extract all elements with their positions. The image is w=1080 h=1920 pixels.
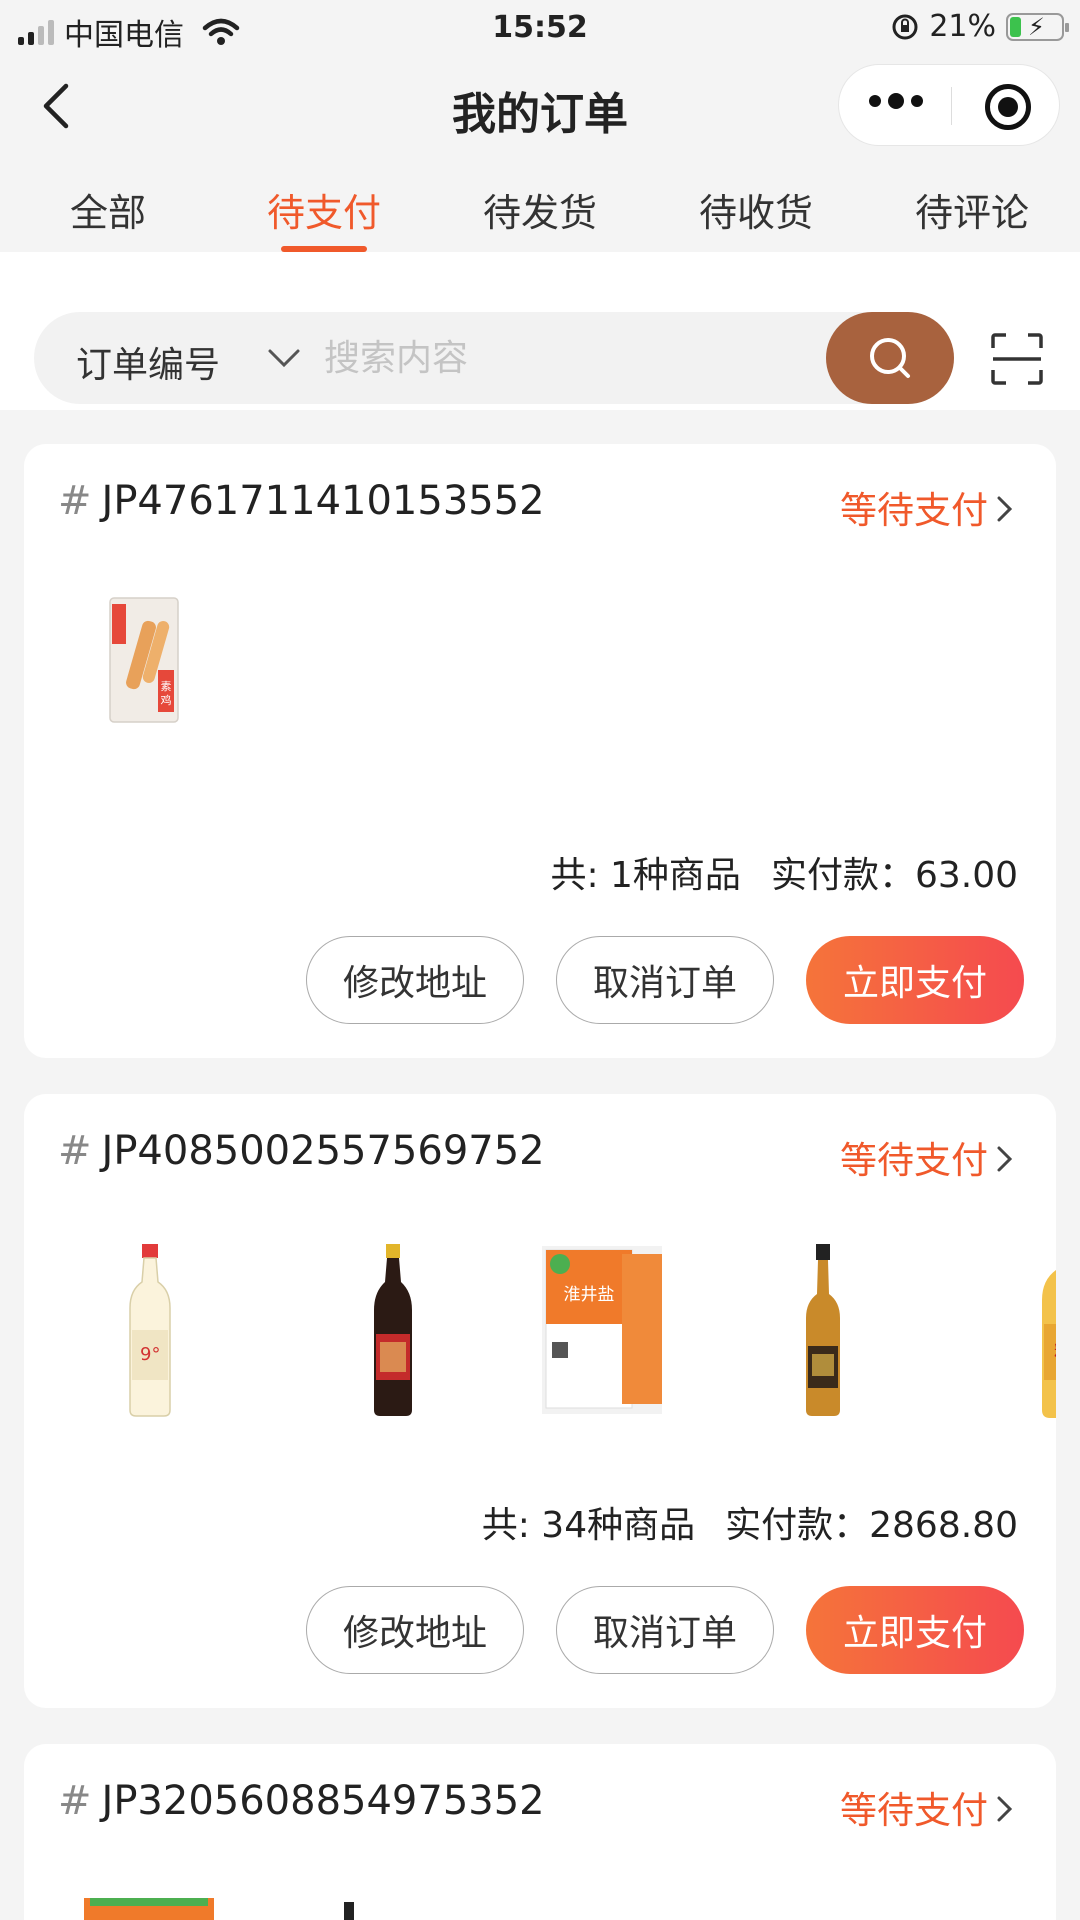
order-number: # JP4085002557569752 xyxy=(58,1128,545,1174)
battery-level xyxy=(1010,16,1022,37)
order-number: # JP4761711410153552 xyxy=(58,478,545,524)
cancel-order-button[interactable]: 取消订单 xyxy=(556,936,774,1024)
product-thumbnail[interactable] xyxy=(672,1214,888,1434)
order-card[interactable]: # JP4761711410153552 等待支付 素 鸡 共: 1种商品 实付款：… xyxy=(24,444,1056,1058)
paid-amount: 实付款：63.00 xyxy=(770,855,1018,896)
battery-percent: 21% xyxy=(929,9,996,44)
product-thumbnail[interactable] xyxy=(240,1886,456,1920)
tab-pending-review[interactable]: 待评论 xyxy=(864,156,1080,252)
bottle-cap-image xyxy=(344,1902,354,1920)
rice-vinegar-bottle-image: 9° xyxy=(129,1244,171,1417)
nav-bar: 我的订单 xyxy=(0,56,1080,156)
close-miniapp-icon[interactable] xyxy=(985,84,1031,130)
item-count: 共: 34种商品 xyxy=(481,1505,696,1546)
product-thumbnail[interactable]: 素 鸡 xyxy=(24,564,240,784)
modify-address-button[interactable]: 修改地址 xyxy=(306,936,524,1024)
battery-icon: ⚡ xyxy=(1006,12,1069,41)
tab-all[interactable]: 全部 xyxy=(0,156,216,252)
more-icon[interactable] xyxy=(869,93,923,109)
pay-now-button[interactable]: 立即支付 xyxy=(806,936,1024,1024)
rotation-lock-icon xyxy=(892,14,918,39)
chevron-right-icon xyxy=(997,1796,1013,1822)
product-thumbnail[interactable]: 淮井盐 xyxy=(456,1214,672,1434)
chevron-right-icon xyxy=(997,1146,1013,1172)
order-status-link[interactable]: 等待支付 xyxy=(840,1130,1016,1184)
svg-text:9°: 9° xyxy=(140,1344,160,1365)
order-number-text: JP3205608854975352 xyxy=(101,1778,545,1824)
item-count: 共: 1种商品 xyxy=(550,855,741,896)
svg-text:淮井盐: 淮井盐 xyxy=(564,1285,615,1305)
product-thumbnails: 9° 淮井盐 xyxy=(24,1214,1056,1434)
hash-icon: # xyxy=(58,1778,92,1824)
order-summary: 共: 1种商品 实付款：63.00 xyxy=(550,846,1018,898)
cooking-wine-bottle-image xyxy=(806,1244,840,1416)
tab-pending-receipt[interactable]: 待收货 xyxy=(648,156,864,252)
capsule-divider xyxy=(951,87,952,125)
order-tabs: 全部 待支付 待发货 待收货 待评论 xyxy=(0,156,1080,252)
snack-package-image: 素 鸡 xyxy=(109,597,179,723)
tab-pending-payment[interactable]: 待支付 xyxy=(216,156,432,252)
order-card[interactable]: # JP3205608854975352 等待支付 xyxy=(24,1744,1056,1920)
scan-icon[interactable] xyxy=(990,332,1044,386)
order-number-text: JP4085002557569752 xyxy=(101,1128,545,1174)
product-thumbnail[interactable]: 料 xyxy=(888,1214,1056,1434)
product-thumbnails: 素 鸡 xyxy=(24,564,1056,784)
product-thumbnail[interactable] xyxy=(240,1214,456,1434)
order-card[interactable]: # JP4085002557569752 等待支付 9° 淮井盐 共: 34种商… xyxy=(24,1094,1056,1708)
charging-icon: ⚡ xyxy=(1028,12,1045,41)
order-number-text: JP4761711410153552 xyxy=(101,478,545,524)
search-area: 订单编号 xyxy=(0,252,1080,410)
svg-text:料: 料 xyxy=(1054,1342,1056,1363)
salt-package-image xyxy=(84,1898,214,1920)
chevron-right-icon xyxy=(997,496,1013,522)
order-actions: 修改地址 取消订单 立即支付 xyxy=(306,936,1024,1024)
search-icon xyxy=(870,338,910,378)
cancel-order-button[interactable]: 取消订单 xyxy=(556,1586,774,1674)
svg-text:素: 素 xyxy=(161,680,172,693)
search-button[interactable] xyxy=(826,312,954,404)
dark-vinegar-bottle-image xyxy=(374,1244,412,1416)
product-thumbnails xyxy=(24,1886,1056,1920)
salt-package-image: 淮井盐 xyxy=(542,1246,662,1414)
status-bar: 中国电信 15:52 21% ⚡ xyxy=(0,0,1080,56)
svg-text:鸡: 鸡 xyxy=(161,693,172,707)
order-status-text: 等待支付 xyxy=(840,1139,988,1182)
order-status-text: 等待支付 xyxy=(840,489,988,532)
modify-address-button[interactable]: 修改地址 xyxy=(306,1586,524,1674)
product-thumbnail[interactable] xyxy=(24,1886,240,1920)
search-type-select[interactable]: 订单编号 xyxy=(76,336,220,388)
yellow-wine-bottles-image: 料 xyxy=(1042,1270,1056,1418)
search-box: 订单编号 xyxy=(34,312,954,404)
search-input[interactable] xyxy=(324,326,824,390)
tab-pending-shipment[interactable]: 待发货 xyxy=(432,156,648,252)
order-actions: 修改地址 取消订单 立即支付 xyxy=(306,1586,1024,1674)
miniapp-capsule xyxy=(838,64,1060,146)
chevron-down-icon[interactable] xyxy=(266,340,302,376)
status-right: 21% ⚡ xyxy=(891,9,1069,44)
order-number: # JP3205608854975352 xyxy=(58,1778,545,1824)
order-status-link[interactable]: 等待支付 xyxy=(840,1780,1016,1834)
order-summary: 共: 34种商品 实付款：2868.80 xyxy=(482,1496,1018,1548)
product-thumbnail[interactable]: 9° xyxy=(24,1214,240,1434)
hash-icon: # xyxy=(58,1128,92,1174)
hash-icon: # xyxy=(58,478,92,524)
order-status-link[interactable]: 等待支付 xyxy=(840,480,1016,534)
order-status-text: 等待支付 xyxy=(840,1789,988,1832)
paid-amount: 实付款：2868.80 xyxy=(725,1505,1018,1546)
pay-now-button[interactable]: 立即支付 xyxy=(806,1586,1024,1674)
